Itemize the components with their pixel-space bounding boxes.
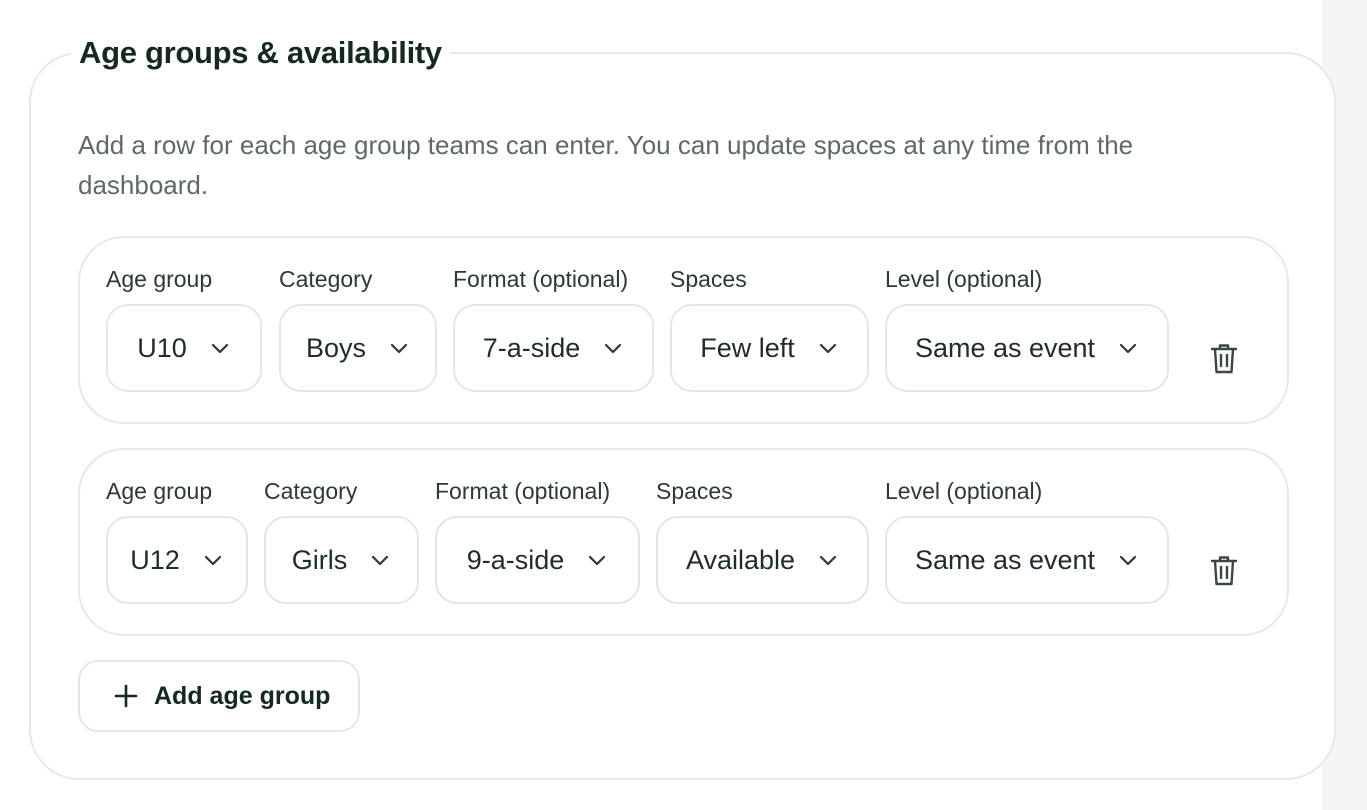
age-group-select[interactable]: U12 [106, 516, 248, 604]
age-group-label: Age group [106, 478, 213, 504]
spaces-select[interactable]: Few left [670, 304, 869, 392]
chevron-down-icon [586, 549, 608, 571]
level-value: Same as event [914, 332, 1096, 363]
category-select[interactable]: Girls [264, 516, 419, 604]
level-value: Same as event [914, 544, 1096, 575]
format-value: 7-a-side [482, 332, 581, 363]
spaces-label: Spaces [670, 266, 747, 292]
format-field: Format (optional) [435, 476, 610, 506]
category-field: Category [279, 264, 372, 294]
age-group-value: U12 [130, 544, 180, 575]
format-label: Format (optional) [453, 266, 629, 292]
chevron-down-icon [602, 337, 624, 359]
spaces-value: Available [685, 544, 796, 575]
trash-icon[interactable] [1209, 554, 1239, 588]
format-select[interactable]: 9-a-side [435, 516, 640, 604]
format-value: 9-a-side [466, 544, 565, 575]
spaces-value: Few left [700, 332, 795, 363]
section-title: Age groups & availability [79, 35, 442, 70]
section-description: Add a row for each age group teams can e… [78, 130, 1134, 200]
age-group-field: Age group [106, 264, 212, 294]
chevron-down-icon [209, 337, 231, 359]
format-label: Format (optional) [435, 478, 611, 504]
age-group-value: U10 [137, 332, 187, 363]
chevron-down-icon [202, 549, 224, 571]
spaces-field: Spaces [670, 264, 747, 294]
chevron-down-icon [1117, 549, 1139, 571]
age-group-row: Age group U12 Category Girls Format (opt… [78, 448, 1289, 636]
age-group-label: Age group [106, 266, 213, 292]
category-label: Category [264, 478, 358, 504]
category-field: Category [264, 476, 357, 506]
add-age-group-label: Add age group [154, 681, 331, 710]
spaces-label: Spaces [656, 478, 733, 504]
chevron-down-icon [817, 337, 839, 359]
chevron-down-icon [817, 549, 839, 571]
age-group-row: Age group U10 Category Boys Format (opti… [78, 236, 1289, 424]
chevron-down-icon [1117, 337, 1139, 359]
age-group-field: Age group [106, 476, 212, 506]
chevron-down-icon [369, 549, 391, 571]
level-select[interactable]: Same as event [885, 304, 1169, 392]
chevron-down-icon [388, 337, 410, 359]
level-select[interactable]: Same as event [885, 516, 1169, 604]
spaces-field: Spaces [656, 476, 733, 506]
category-select[interactable]: Boys [279, 304, 437, 392]
level-field: Level (optional) [885, 264, 1042, 294]
plus-icon [112, 682, 140, 710]
format-field: Format (optional) [453, 264, 628, 294]
format-select[interactable]: 7-a-side [453, 304, 654, 392]
category-value: Girls [291, 544, 348, 575]
trash-icon[interactable] [1209, 342, 1239, 376]
level-label: Level (optional) [885, 266, 1043, 292]
age-group-select[interactable]: U10 [106, 304, 262, 392]
spaces-select[interactable]: Available [656, 516, 869, 604]
add-age-group-button[interactable]: Add age group [78, 660, 360, 732]
level-label: Level (optional) [885, 478, 1043, 504]
category-value: Boys [305, 332, 367, 363]
level-field: Level (optional) [885, 476, 1042, 506]
category-label: Category [279, 266, 373, 292]
